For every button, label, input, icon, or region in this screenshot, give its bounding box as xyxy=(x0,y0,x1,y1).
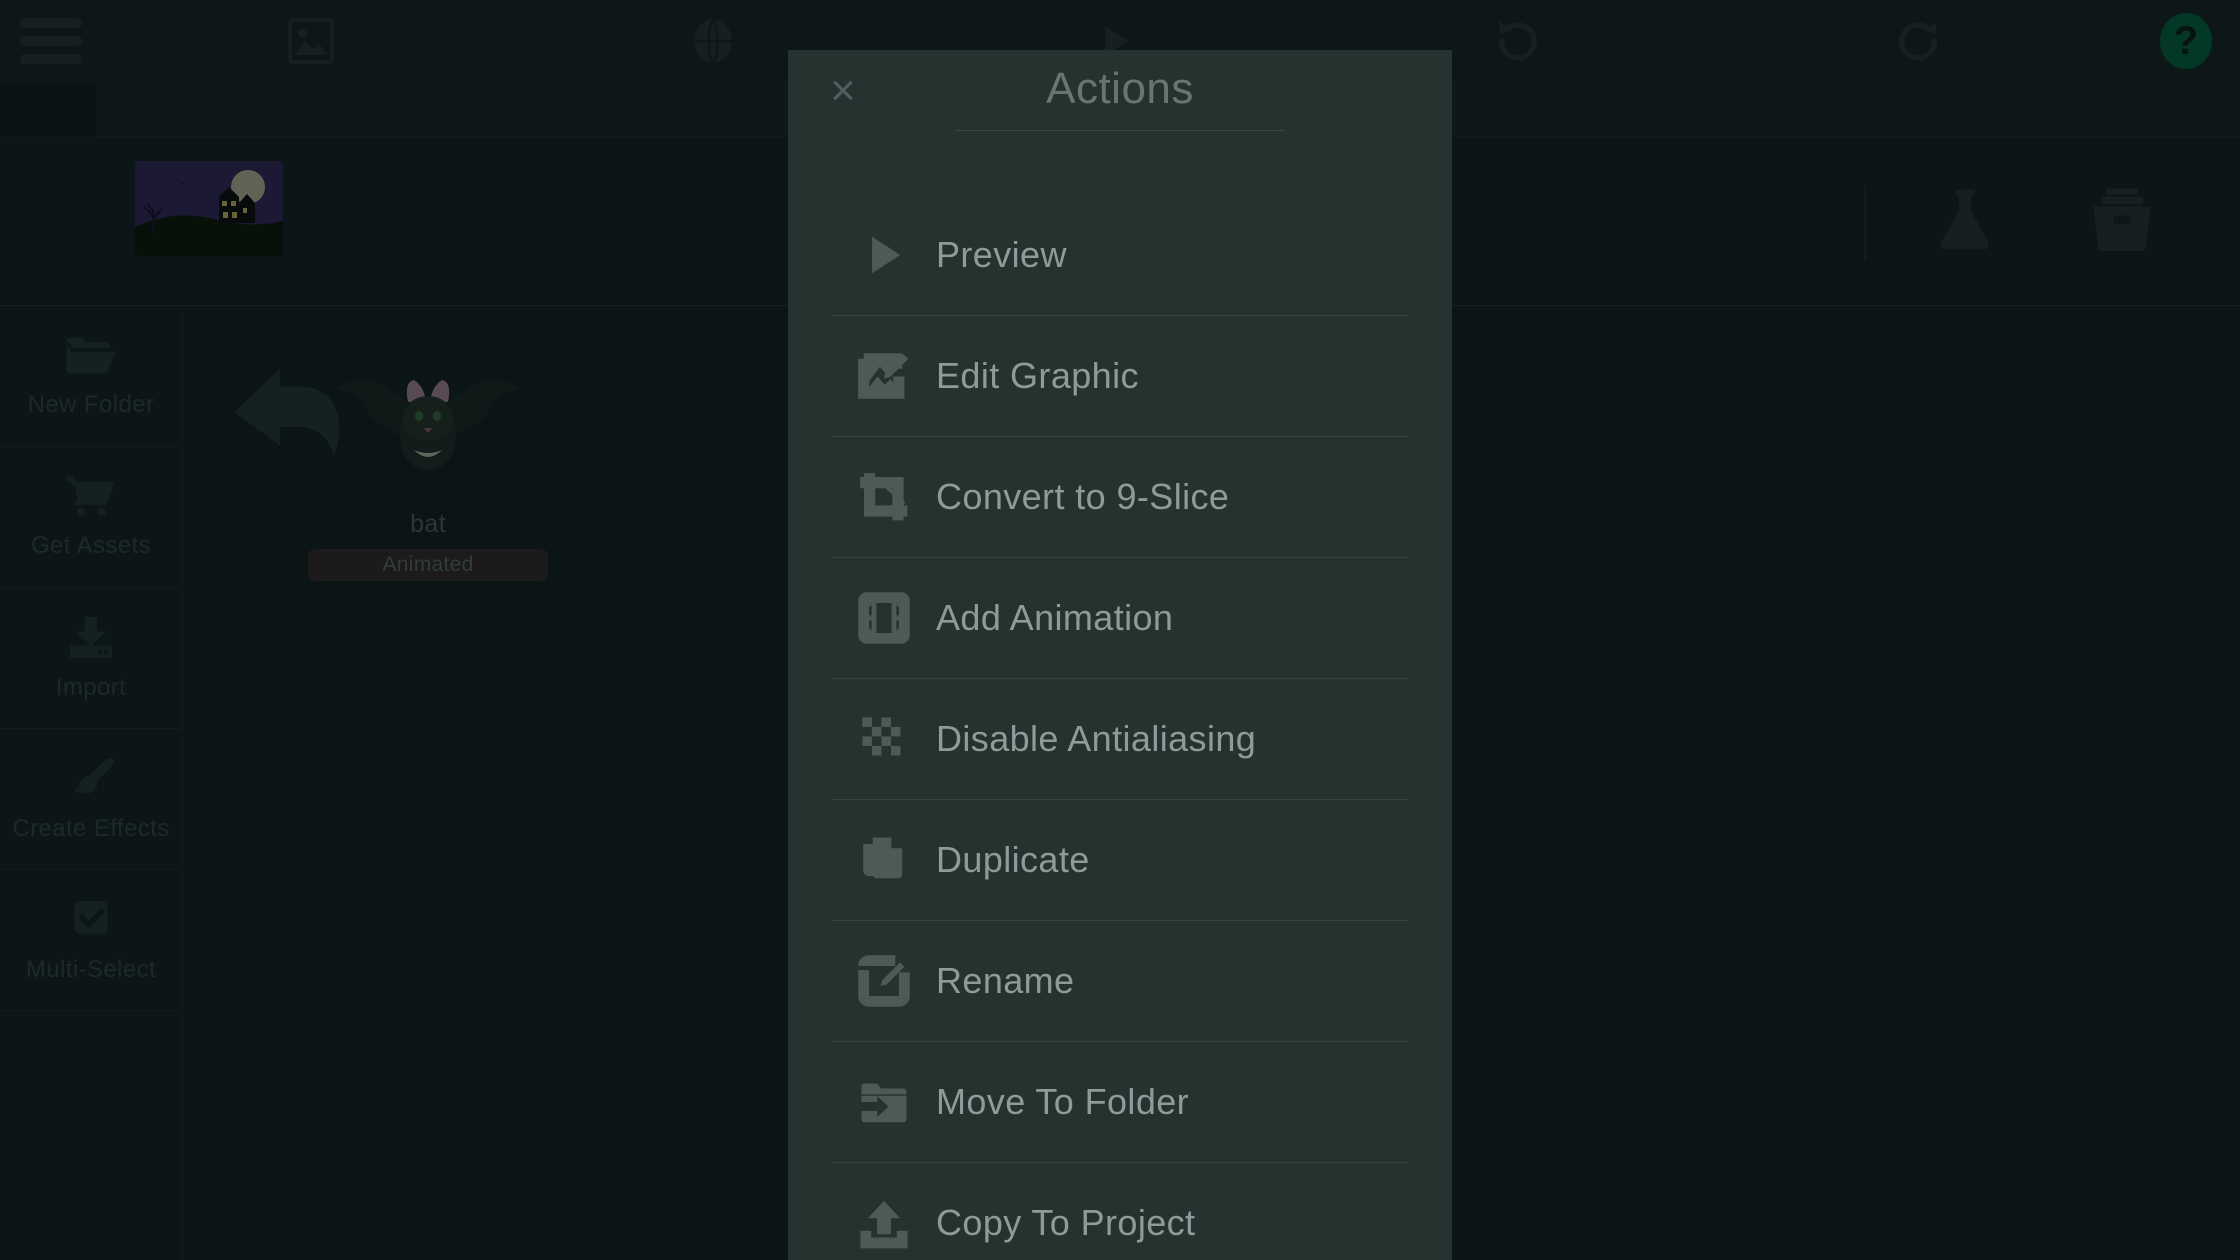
image-edit-icon xyxy=(832,349,936,403)
menu-item-rename[interactable]: Rename xyxy=(832,920,1408,1041)
menu-item-label: Disable Antialiasing xyxy=(936,718,1257,759)
menu-item-convert-to-9-slice[interactable]: Convert to 9-Slice xyxy=(832,436,1408,557)
crop-icon xyxy=(832,470,936,524)
app-root: ? xyxy=(0,0,2240,1260)
menu-item-label: Copy To Project xyxy=(936,1202,1196,1243)
menu-item-label: Move To Folder xyxy=(936,1081,1190,1122)
film-strip-icon xyxy=(832,592,936,644)
copy-pages-icon xyxy=(832,834,936,886)
menu-item-preview[interactable]: Preview xyxy=(832,194,1408,315)
menu-item-duplicate[interactable]: Duplicate xyxy=(832,799,1408,920)
menu-item-label: Rename xyxy=(936,960,1075,1001)
menu-item-copy-to-project[interactable]: Copy To Project xyxy=(832,1162,1408,1260)
upload-arrow-icon xyxy=(832,1197,936,1249)
folder-arrow-icon xyxy=(832,1076,936,1128)
pencil-square-icon xyxy=(832,955,936,1007)
menu-item-label: Edit Graphic xyxy=(936,355,1139,396)
menu-item-label: Preview xyxy=(936,233,1067,275)
modal-title: Actions xyxy=(955,50,1285,131)
menu-item-add-animation[interactable]: Add Animation xyxy=(832,557,1408,678)
checkerboard-icon xyxy=(832,713,936,765)
menu-item-label: Duplicate xyxy=(936,839,1090,880)
modal-header: × Actions xyxy=(788,50,1452,146)
menu-item-edit-graphic[interactable]: Edit Graphic xyxy=(832,315,1408,436)
menu-item-move-to-folder[interactable]: Move To Folder xyxy=(832,1041,1408,1162)
menu-item-label: Add Animation xyxy=(936,597,1174,638)
menu-item-label: Convert to 9-Slice xyxy=(936,476,1230,517)
play-icon xyxy=(832,229,936,281)
menu-item-disable-antialiasing[interactable]: Disable Antialiasing xyxy=(832,678,1408,799)
actions-menu: Preview Edit Graphic Convert to 9-Slice … xyxy=(788,194,1452,1260)
close-icon[interactable]: × xyxy=(820,68,866,114)
actions-modal: × Actions Preview Edit Graphic Convert t… xyxy=(788,50,1452,1260)
